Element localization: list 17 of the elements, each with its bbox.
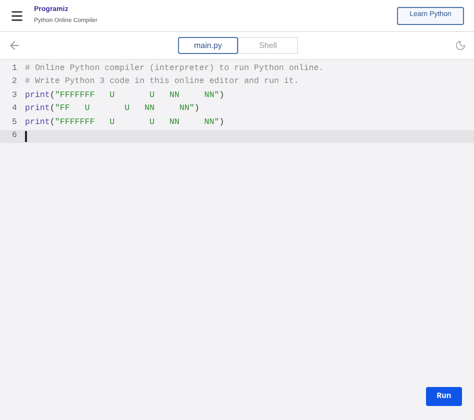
file-tab[interactable]: main.py: [178, 37, 238, 54]
code-statement: print("FF U U NN NN"): [25, 103, 200, 116]
line-number: 3: [11, 90, 18, 102]
line-number: 1: [11, 62, 18, 75]
menu-icon[interactable]: [10, 8, 24, 22]
line-number: 4: [11, 103, 18, 116]
code-comment: # Write Python 3 code in this online editor and run it.: [25, 76, 299, 88]
line-number: 2: [11, 76, 18, 88]
code-statement: print("FFFFFFF U U NN NN"): [25, 90, 224, 102]
back-arrow-icon[interactable]: [8, 39, 21, 52]
text-cursor: [25, 130, 26, 142]
line-number: 5: [11, 116, 18, 129]
run-button[interactable]: Run: [426, 387, 462, 406]
moon-icon[interactable]: [455, 40, 466, 51]
code-comment: # Online Python compiler (interpreter) to run Python online.: [25, 62, 324, 75]
line-number: 6: [11, 130, 18, 142]
code-statement: print("FFFFFFF U U NN NN"): [25, 116, 224, 129]
